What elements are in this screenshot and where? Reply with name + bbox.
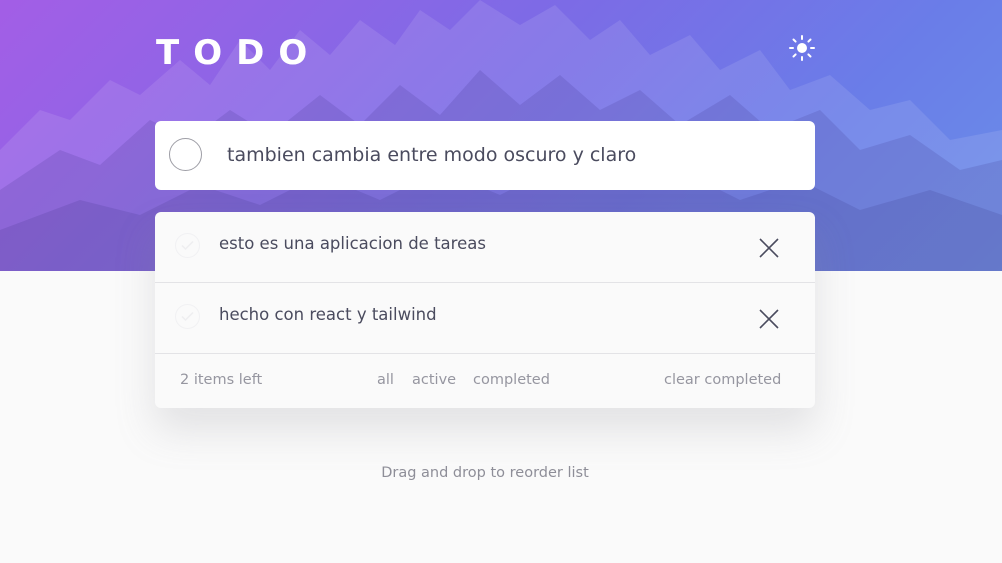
check-icon — [181, 311, 194, 322]
cross-icon — [759, 309, 779, 329]
app-title: TODO — [156, 33, 322, 73]
todo-text: esto es una aplicacion de tareas — [219, 234, 486, 253]
todo-list: esto es una aplicacion de tareas hecho c… — [155, 212, 815, 408]
theme-toggle-button[interactable] — [788, 34, 816, 62]
delete-todo-button[interactable] — [757, 236, 781, 260]
delete-todo-button[interactable] — [757, 307, 781, 331]
clear-completed-button[interactable]: clear completed — [664, 372, 781, 388]
filter-completed[interactable]: completed — [473, 372, 550, 388]
toggle-complete-button[interactable] — [175, 304, 200, 329]
filter-all[interactable]: all — [377, 372, 394, 388]
new-todo-input[interactable] — [227, 135, 787, 175]
list-item[interactable]: esto es una aplicacion de tareas — [155, 212, 815, 283]
check-icon — [181, 240, 194, 251]
list-item[interactable]: hecho con react y tailwind — [155, 283, 815, 354]
new-todo-panel — [155, 121, 815, 190]
drag-drop-hint: Drag and drop to reorder list — [381, 465, 589, 481]
todo-text: hecho con react y tailwind — [219, 305, 437, 324]
cross-icon — [759, 238, 779, 258]
sun-icon — [789, 35, 815, 61]
list-footer: 2 items left all active completed clear … — [155, 354, 815, 408]
filter-active[interactable]: active — [412, 372, 456, 388]
new-todo-check-circle[interactable] — [169, 138, 202, 171]
items-left-count: 2 items left — [180, 372, 263, 388]
toggle-complete-button[interactable] — [175, 233, 200, 258]
